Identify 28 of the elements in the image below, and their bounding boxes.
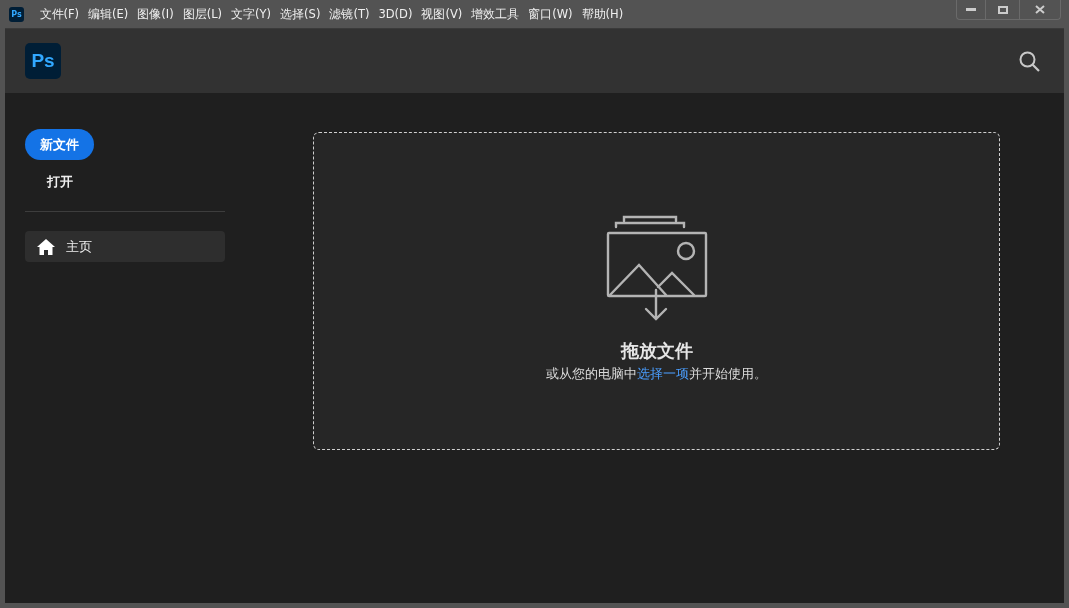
menu-item[interactable]: 编辑(E) <box>83 6 133 22</box>
drop-zone[interactable]: 拖放文件 或从您的电脑中选择一项并开始使用。 <box>313 132 1000 450</box>
app-logo: Ps <box>25 43 61 79</box>
menu-item[interactable]: 滤镜(T) <box>324 6 374 22</box>
home-icon <box>37 238 55 255</box>
open-button[interactable]: 打开 <box>25 169 95 195</box>
menu-item[interactable]: 视图(V) <box>416 6 467 22</box>
new-file-button[interactable]: 新文件 <box>25 129 94 160</box>
image-upload-icon <box>605 215 708 321</box>
minimize-icon <box>966 8 976 11</box>
menu-item[interactable]: 图层(L) <box>178 6 227 22</box>
nav-item[interactable]: 主页 <box>25 231 225 262</box>
select-file-link[interactable]: 选择一项 <box>637 366 689 381</box>
menu-item[interactable]: 3D(D) <box>373 6 417 22</box>
nav-label: 主页 <box>66 237 92 256</box>
close-icon <box>1035 5 1045 14</box>
menu-item[interactable]: 图像(I) <box>132 6 179 22</box>
maximize-icon <box>997 5 1008 14</box>
search-icon[interactable] <box>1019 50 1040 72</box>
menu-item[interactable]: 帮助(H) <box>577 6 628 22</box>
menu-item[interactable]: 选择(S) <box>275 6 325 22</box>
drop-hint: 或从您的电脑中选择一项并开始使用。 <box>546 366 767 383</box>
menu-item[interactable]: 文字(Y) <box>226 6 276 22</box>
menu-item[interactable]: 增效工具 <box>466 6 524 22</box>
menu-item[interactable]: 窗口(W) <box>523 6 578 22</box>
drop-title: 拖放文件 <box>620 339 693 363</box>
app-icon: Ps <box>9 6 24 22</box>
menu-item[interactable]: 文件(F) <box>35 6 84 22</box>
